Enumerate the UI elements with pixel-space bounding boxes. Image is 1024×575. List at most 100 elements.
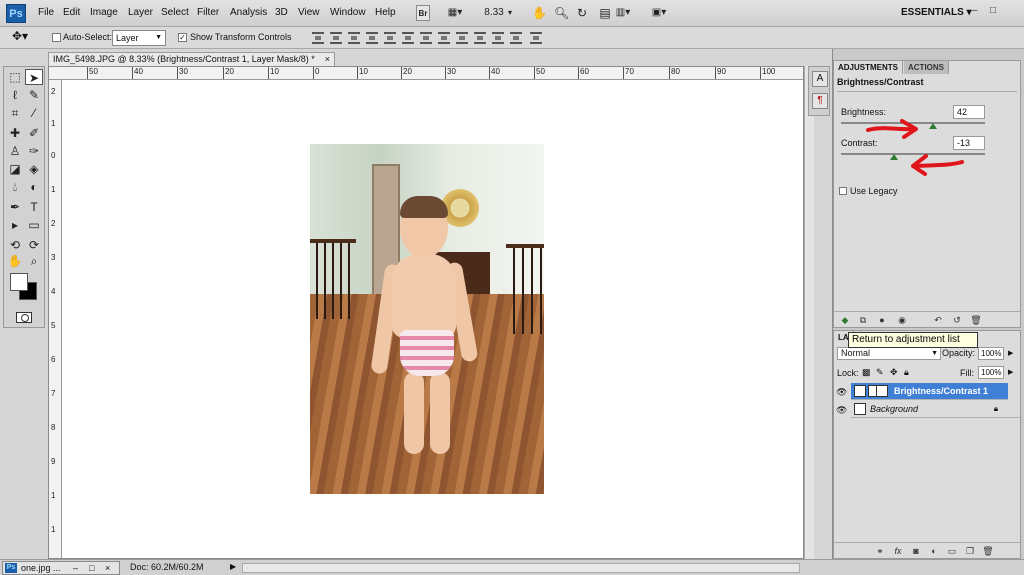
history-brush-tool-icon[interactable]: ✑ bbox=[25, 143, 43, 159]
distribute-right-icon[interactable] bbox=[510, 32, 522, 44]
menu-file[interactable]: File bbox=[38, 7, 54, 18]
align-top-icon[interactable] bbox=[312, 32, 324, 44]
restore-button[interactable]: □ bbox=[990, 5, 996, 16]
restore-icon[interactable]: □ bbox=[89, 562, 94, 574]
align-bottom-icon[interactable] bbox=[348, 32, 360, 44]
shape-tool-icon[interactable]: ▭ bbox=[25, 217, 43, 233]
menu-select[interactable]: Select bbox=[161, 7, 189, 18]
expanded-view-icon[interactable]: ⧉ bbox=[857, 314, 869, 326]
trash-icon[interactable]: 🗑︎ bbox=[970, 314, 982, 326]
contrast-slider-thumb[interactable] bbox=[890, 154, 898, 160]
eraser-tool-icon[interactable]: ◪ bbox=[6, 161, 24, 177]
hand-tool-icon[interactable]: ✋ bbox=[532, 5, 547, 21]
auto-align-icon[interactable] bbox=[530, 32, 542, 44]
menu-window[interactable]: Window bbox=[330, 7, 366, 18]
link-layers-icon[interactable]: ⚭ bbox=[874, 545, 886, 557]
new-group-icon[interactable]: ▭ bbox=[946, 545, 958, 557]
auto-select-target-select[interactable]: Layer ▼ bbox=[112, 30, 166, 46]
brightness-slider-thumb[interactable] bbox=[929, 123, 937, 129]
distribute-top-icon[interactable] bbox=[420, 32, 432, 44]
align-vertical-center-icon[interactable] bbox=[330, 32, 342, 44]
use-legacy-checkbox[interactable] bbox=[839, 187, 847, 195]
fill-arrow-icon[interactable]: ▶ bbox=[1008, 368, 1013, 376]
distribute-hcenter-icon[interactable] bbox=[492, 32, 504, 44]
fill-input[interactable]: 100% bbox=[978, 366, 1004, 379]
clip-to-layer-icon[interactable]: ● bbox=[876, 314, 888, 326]
paint-bucket-tool-icon[interactable]: ◈ bbox=[25, 161, 43, 177]
opacity-arrow-icon[interactable]: ▶ bbox=[1008, 349, 1013, 357]
vertical-ruler[interactable]: 2 1 0 1 2 3 4 5 6 7 8 9 1 1 bbox=[49, 80, 62, 558]
menu-view[interactable]: View bbox=[298, 7, 320, 18]
horizontal-ruler[interactable]: 50 40 30 20 10 0 10 20 30 40 50 60 70 80… bbox=[49, 67, 803, 80]
hand-tool-icon[interactable]: ✋ bbox=[6, 253, 24, 269]
document-size[interactable]: Doc: 60.2M/60.2M bbox=[130, 562, 204, 572]
opacity-input[interactable]: 100% bbox=[978, 347, 1004, 360]
paragraph-panel-icon[interactable]: ¶ bbox=[812, 93, 828, 109]
tab-adjustments[interactable]: ADJUSTMENTS bbox=[834, 61, 904, 74]
align-left-icon[interactable] bbox=[366, 32, 378, 44]
new-layer-icon[interactable]: ❐ bbox=[964, 545, 976, 557]
menu-3d[interactable]: 3D bbox=[275, 7, 288, 18]
blur-tool-icon[interactable]: 💧︎ bbox=[6, 179, 24, 195]
close-icon[interactable]: × bbox=[105, 562, 110, 574]
align-right-icon[interactable] bbox=[402, 32, 414, 44]
align-horizontal-center-icon[interactable] bbox=[384, 32, 396, 44]
menu-edit[interactable]: Edit bbox=[63, 7, 80, 18]
vertical-scrollbar[interactable] bbox=[804, 66, 814, 559]
distribute-left-icon[interactable] bbox=[474, 32, 486, 44]
close-icon[interactable]: × bbox=[325, 53, 330, 66]
dodge-tool-icon[interactable]: ◐ bbox=[25, 179, 43, 195]
healing-brush-tool-icon[interactable]: ✚ bbox=[6, 125, 24, 141]
horizontal-scrollbar[interactable] bbox=[242, 563, 800, 573]
quick-mask-icon[interactable] bbox=[16, 312, 32, 323]
zoom-level[interactable]: 8.33 bbox=[484, 5, 504, 21]
visibility-icon[interactable]: ◉ bbox=[896, 314, 908, 326]
lock-image-icon[interactable]: ✎ bbox=[876, 367, 884, 378]
zoom-tool-icon[interactable]: ⌕ bbox=[25, 253, 43, 269]
lock-position-icon[interactable]: ✥ bbox=[890, 367, 898, 378]
eyedropper-tool-icon[interactable]: ⁄ bbox=[25, 105, 43, 121]
layer-row-brightness-contrast[interactable]: Brightness/Contrast 1 bbox=[851, 383, 1008, 400]
pen-tool-icon[interactable]: ✒ bbox=[6, 199, 24, 215]
menu-image[interactable]: Image bbox=[90, 7, 118, 18]
layer-mask-thumbnail[interactable] bbox=[876, 385, 888, 397]
blend-mode-select[interactable]: Normal ▼ bbox=[837, 347, 941, 360]
lock-all-icon[interactable]: 🔒︎ bbox=[904, 367, 909, 378]
distribute-center-icon[interactable] bbox=[438, 32, 450, 44]
zoom-dropdown-icon[interactable]: ▾ bbox=[505, 5, 515, 21]
layer-row-background[interactable]: Background 🔒︎ bbox=[851, 401, 1020, 418]
workspace-switcher[interactable]: ESSENTIALS ▾ bbox=[901, 7, 972, 18]
eye-icon[interactable]: 👁︎ bbox=[836, 405, 848, 415]
new-adjustment-icon[interactable]: ◐ bbox=[928, 545, 940, 557]
auto-select-checkbox[interactable] bbox=[52, 33, 61, 42]
menu-filter[interactable]: Filter bbox=[197, 7, 219, 18]
menu-layer[interactable]: Layer bbox=[128, 7, 153, 18]
add-mask-icon[interactable]: ◙ bbox=[910, 545, 922, 557]
status-menu-arrow-icon[interactable]: ▶ bbox=[230, 562, 236, 571]
zoom-tool-icon[interactable]: 🔍︎ bbox=[554, 5, 569, 21]
distribute-bottom-icon[interactable] bbox=[456, 32, 468, 44]
crop-tool-icon[interactable]: ⌗ bbox=[6, 105, 24, 121]
move-tool-icon[interactable]: ➤ bbox=[25, 69, 43, 85]
screen-mode-button[interactable]: ▣▾ bbox=[646, 5, 672, 21]
arrange-documents-button[interactable]: ▥▾ bbox=[610, 5, 636, 21]
marquee-tool-icon[interactable]: ⬚ bbox=[6, 69, 24, 85]
trash-icon[interactable]: 🗑︎ bbox=[982, 545, 994, 557]
brightness-input[interactable]: 42 bbox=[953, 105, 985, 119]
show-transform-checkbox[interactable]: ✓ bbox=[178, 33, 187, 42]
clone-stamp-tool-icon[interactable]: ♙ bbox=[6, 143, 24, 159]
3d-rotate-tool-icon[interactable]: ⟲ bbox=[6, 237, 24, 253]
return-to-list-icon[interactable]: ◆ bbox=[839, 314, 851, 326]
layer-style-icon[interactable]: fx bbox=[892, 545, 904, 557]
view-extras-button[interactable]: ▦▾ bbox=[443, 5, 467, 21]
move-tool-preset-icon[interactable]: ✥▾ bbox=[12, 29, 28, 43]
minimize-icon[interactable]: – bbox=[73, 562, 78, 574]
bridge-button[interactable]: Br bbox=[416, 5, 430, 21]
rotate-view-icon[interactable]: ↻ bbox=[575, 5, 589, 21]
lock-transparent-icon[interactable]: ▩ bbox=[862, 367, 871, 378]
character-panel-icon[interactable]: A bbox=[812, 71, 828, 87]
menu-help[interactable]: Help bbox=[375, 7, 396, 18]
document-tab[interactable]: IMG_5498.JPG @ 8.33% (Brightness/Contras… bbox=[48, 52, 335, 66]
tab-actions[interactable]: ACTIONS bbox=[904, 61, 949, 74]
foreground-color-swatch[interactable] bbox=[10, 273, 28, 291]
